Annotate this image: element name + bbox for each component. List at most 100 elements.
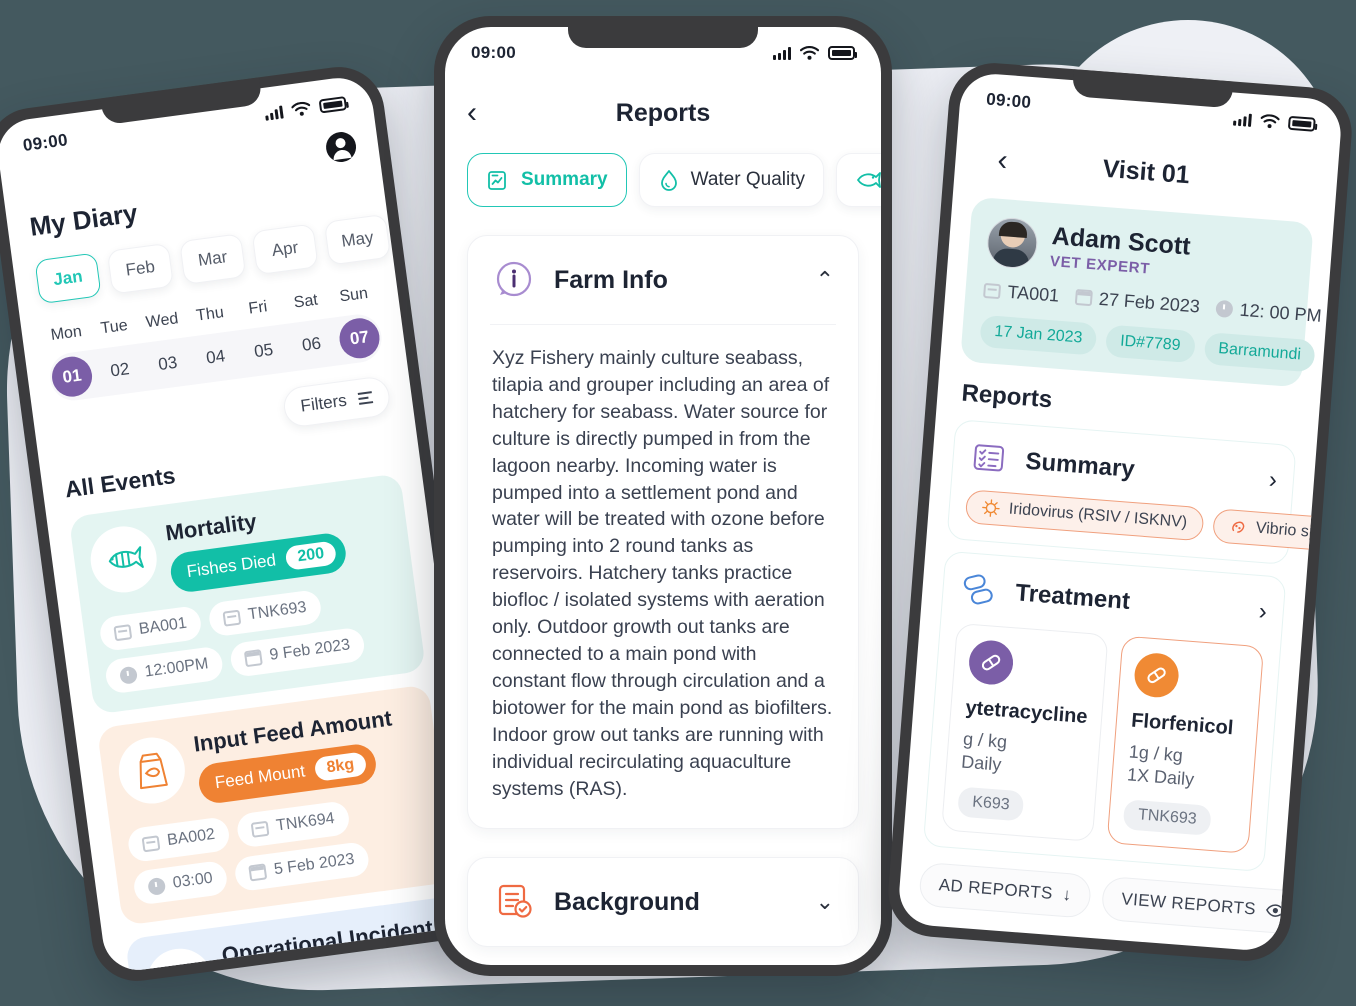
status-time: 09:00 [471,43,516,62]
vet-photo-avatar [985,216,1040,270]
batch-icon [141,834,161,852]
farm-info-text: Xyz Fishery mainly culture seabass, tila… [492,347,833,800]
treatment-item[interactable]: Florfenicol 1g / kg 1X Daily TNK693 [1106,635,1265,854]
tab-summary[interactable]: Summary [467,153,627,207]
treatment-item[interactable]: ytetracycline g / kg Daily K693 [941,622,1109,842]
tank-chip: TNK693 [207,588,323,638]
visit-date: 27 Feb 2023 [1074,287,1201,318]
day-cell[interactable]: 02 [97,348,142,393]
treatment-header: Treatment › [958,569,1268,633]
day-cell[interactable]: 03 [145,341,190,386]
tab-label: Water Quality [690,169,805,190]
section-background[interactable]: Background ⌄ [467,857,859,948]
filter-lines-icon [357,391,374,405]
treatment-dose: 1g / kg 1X Daily [1126,741,1195,790]
phone-notch [568,16,758,48]
view-label: VIEW REPORTS [1120,889,1257,919]
view-reports-button[interactable]: VIEW REPORTS [1100,875,1306,935]
day-cell[interactable]: 06 [289,322,334,367]
day-cell[interactable]: 01 [49,354,95,400]
chevron-left-icon[interactable]: ‹ [996,144,1009,178]
chevron-up-icon[interactable]: ⌃ [816,269,834,291]
event-badge-value: 8kg [313,751,368,782]
report-chart-icon [488,171,506,190]
diagnosis-chip-iridovirus: Iridovirus (RSIV / ISKNV) [964,489,1205,542]
batch-chip: BA002 [126,816,232,864]
day-cell[interactable]: 07 [337,315,382,361]
event-card-mortality[interactable]: Mortality Fishes Died 200 BA001 TNK693 1… [68,473,427,715]
capsule-icon [1133,651,1181,699]
event-card-feed[interactable]: Input Feed Amount Feed Mount 8kg BA002 T… [96,684,455,926]
event-card-text: Input Feed Amount Feed Mount 8kg [192,705,400,806]
month-pill-may[interactable]: May [323,213,392,266]
wifi-icon [1260,114,1280,129]
tab-animal-health[interactable]: Anim [836,153,881,207]
download-reports-button[interactable]: AD REPORTS ↓ [918,861,1093,919]
download-arrow-icon: ↓ [1062,884,1073,905]
diagnosis-label: Iridovirus (RSIV / ISKNV) [1008,500,1188,532]
month-pill-jan[interactable]: Jan [34,252,102,305]
eye-icon [1265,904,1285,918]
profile-text: Adam Scott VET EXPERT [1049,222,1191,281]
treatment-tank: K693 [957,786,1025,822]
date-label: 5 Feb 2023 [272,850,356,879]
wifi-icon [800,46,819,60]
treatment-items: ytetracycline g / kg Daily K693 Florfenic… [941,622,1265,854]
month-pill-mar[interactable]: Mar [179,233,247,285]
wifi-icon [291,101,311,116]
batch-label: BA001 [137,614,188,638]
cellular-signal-icon [1233,112,1252,127]
section-farm-info[interactable]: Farm Info ⌃ Xyz Fishery mainly culture s… [467,235,859,830]
treatment-name: ytetracycline [964,696,1089,729]
chevron-left-icon[interactable]: ‹ [467,98,477,128]
day-cell[interactable]: 05 [241,329,286,374]
battery-icon [318,96,348,114]
visit-tags: 17 Jan 2023 ID#7789 Barramundi [979,314,1317,373]
chevron-right-icon[interactable]: › [1258,598,1268,627]
warning-triangle-icon [142,944,218,975]
month-pill-apr[interactable]: Apr [251,223,319,276]
summary-header: Summary › [968,437,1278,501]
tab-label: Summary [521,169,608,190]
tag-species: Barramundi [1203,332,1317,373]
clipboard-checklist-icon [973,444,1005,472]
phone-right-visit: 09:00 ‹ Visit 01 Adam Scott VET EXPERT T… [884,59,1356,965]
section-header[interactable]: Background ⌄ [468,858,858,946]
weekday-label: Sun [338,284,369,306]
phone-right-screen: 09:00 ‹ Visit 01 Adam Scott VET EXPERT T… [896,71,1344,953]
filters-label: Filters [299,390,348,416]
capsule-icon [967,638,1015,687]
visit-profile-card: Adam Scott VET EXPERT TA001 27 Feb 2023 … [960,196,1322,388]
chevron-down-icon[interactable]: ⌄ [816,891,834,913]
tank-chip: TNK694 [235,800,351,849]
treatment-card[interactable]: Treatment › ytetracycline g / kg Daily K6… [922,550,1287,872]
clock-icon [118,665,139,685]
fish-icon [857,172,881,188]
battery-icon [1287,115,1316,132]
clock-icon [147,876,167,896]
filters-button[interactable]: Filters [281,375,392,429]
event-badge-value: 200 [284,540,338,571]
treatment-title: Treatment [1014,579,1131,615]
section-header[interactable]: Farm Info ⌃ [468,236,858,324]
phone-center-screen: 09:00 ‹ Reports Summary Water Quality Fa… [445,27,881,965]
tag-date: 17 Jan 2023 [979,314,1098,356]
cellular-signal-icon [264,105,284,121]
chevron-right-icon[interactable]: › [1268,466,1278,495]
tag-id: ID#7789 [1104,324,1196,364]
month-pill-feb[interactable]: Feb [106,242,175,295]
report-tabs[interactable]: Summary Water Quality Anim [445,153,881,207]
section-title: Background [554,887,700,916]
account-avatar-icon[interactable] [324,130,358,164]
virus-icon [982,499,1000,517]
calendar-icon [1074,288,1093,307]
day-cell[interactable]: 04 [193,335,238,380]
document-check-icon [498,885,532,919]
tank-code: TA001 [983,280,1060,307]
treatment-name: Florfenicol [1130,709,1235,740]
visit-time: 12: 00 PM [1215,298,1322,327]
summary-card[interactable]: Summary › Iridovirus (RSIV / ISKNV) Vibr… [946,419,1344,566]
tank-icon [983,282,1002,300]
report-actions: AD REPORTS ↓ VIEW REPORTS [918,861,1306,935]
tab-water-quality[interactable]: Water Quality [638,153,824,207]
